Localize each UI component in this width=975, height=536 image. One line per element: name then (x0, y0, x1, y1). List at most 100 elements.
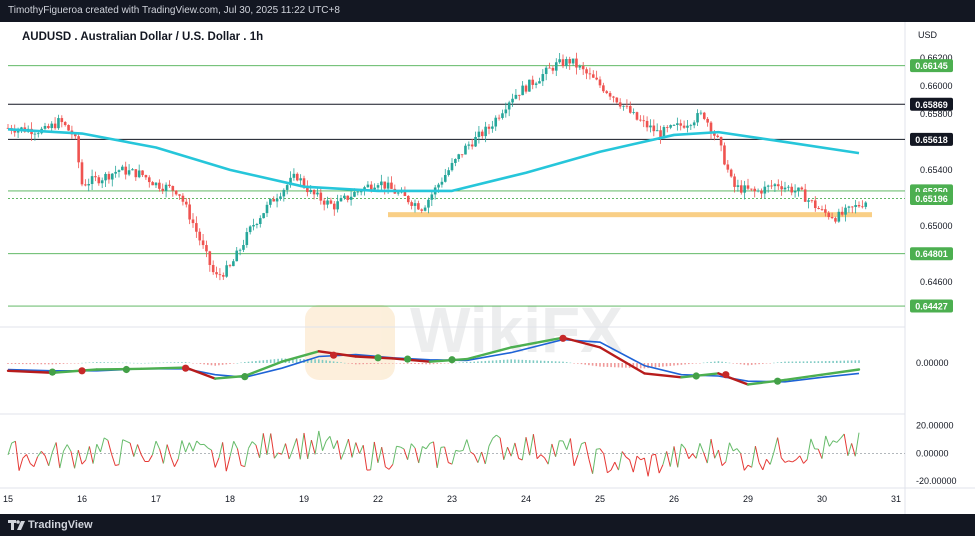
macd-histogram-bar (532, 360, 535, 363)
price-level-tags: 0.661450.658690.656180.652500.651960.648… (910, 59, 953, 313)
macd-histogram-bar (25, 363, 28, 365)
candle-body (541, 74, 545, 82)
candle-body (507, 102, 511, 110)
candle-body (221, 275, 225, 277)
candle-body (252, 224, 255, 227)
oscillator-segment (592, 449, 597, 474)
macd-histogram-bar (691, 363, 694, 364)
candle-body (356, 191, 360, 193)
candle-body (726, 164, 730, 170)
candle-body (114, 171, 117, 174)
macd-histogram-bar (806, 361, 808, 363)
price-level-tag-text: 0.65869 (915, 100, 948, 110)
candle-body (588, 73, 592, 75)
candle-body (215, 272, 218, 275)
candle-body (440, 181, 444, 185)
candle-body (739, 185, 743, 193)
macd-histogram-bar (514, 359, 516, 363)
chart-frame[interactable]: WikiFX AUDUSD . Australian Dollar / U.S.… (0, 22, 975, 514)
candle-body (800, 187, 804, 190)
candle-body (437, 184, 440, 188)
candle-body (178, 194, 181, 196)
oscillator-segment (762, 459, 767, 471)
oscillator-segment (233, 441, 238, 449)
oscillator-segment (436, 447, 442, 468)
candle-body (127, 170, 131, 175)
macd-histogram-bar (569, 362, 572, 364)
candle-body (319, 192, 323, 201)
macd-histogram-bar (480, 361, 483, 363)
time-axis-tick: 30 (817, 494, 827, 504)
candle-body (275, 198, 279, 202)
candle-body (181, 195, 185, 202)
oscillator-segment (569, 438, 575, 466)
candle-body (269, 199, 272, 205)
oscillator-segment (48, 451, 53, 466)
macd-histogram-bar (369, 363, 372, 365)
macd-histogram-bar (787, 361, 790, 363)
macd-histogram-bar (510, 359, 512, 363)
candle-body (430, 194, 434, 200)
candle-body (205, 245, 208, 252)
macd-histogram-bar (858, 360, 860, 363)
candle-body (343, 195, 346, 199)
candle-body (195, 223, 198, 232)
oscillator-segment (177, 440, 183, 460)
macd-histogram-bar (491, 360, 494, 363)
attribution-bar: TimothyFigueroa created with TradingView… (0, 0, 975, 22)
candle-body (622, 105, 625, 107)
candle-body (198, 231, 202, 241)
candle-body (766, 185, 770, 187)
macd-cross-marker (330, 351, 338, 359)
time-axis-tick: 25 (595, 494, 605, 504)
macd-histogram-bar (269, 359, 272, 363)
candle-body (591, 74, 595, 78)
oscillator-segment (351, 442, 357, 458)
oscillator-segment (448, 462, 453, 465)
oscillator-segment (211, 449, 216, 468)
oscillator-segment (55, 442, 61, 469)
macd-histogram-bar (743, 363, 746, 365)
candle-body (642, 120, 646, 122)
candle-body (746, 185, 750, 189)
oscillator-segment (555, 440, 560, 457)
macd-cross-marker (692, 372, 700, 380)
macd-histogram-bar (473, 361, 475, 363)
oscillator-segment (26, 454, 31, 464)
oscillator-segment (281, 443, 286, 455)
support-zone-band (388, 212, 872, 218)
time-axis-tick: 15 (3, 494, 13, 504)
macd-histogram-bar (713, 361, 716, 363)
candle-body (57, 118, 60, 129)
macd-histogram-bar (247, 361, 250, 363)
candle-body (558, 59, 561, 63)
oscillator-segment (77, 450, 83, 465)
candle-body (659, 130, 662, 137)
candle-body (97, 177, 101, 184)
candle-body (285, 185, 289, 190)
macd-histogram-bar (802, 361, 805, 363)
candle-body (834, 218, 837, 222)
oscillator-segment (721, 461, 727, 466)
candle-body (736, 185, 740, 187)
oscillator-segment (643, 457, 649, 477)
macd-histogram-bar (47, 363, 50, 365)
oscillator-segment (459, 449, 464, 452)
oscillator-segment (729, 442, 734, 452)
oscillator-segment (473, 454, 479, 463)
chart-canvas[interactable]: WikiFX AUDUSD . Australian Dollar / U.S.… (0, 22, 975, 514)
price-level-tag-text: 0.66145 (915, 61, 948, 71)
candle-body (773, 184, 777, 187)
candle-body (632, 112, 635, 113)
macd-histogram-bar (813, 361, 816, 363)
oscillator-segment (621, 451, 627, 458)
candle-body (295, 173, 299, 181)
oscillator-segment (359, 445, 364, 454)
macd-histogram-bar (547, 360, 549, 363)
oscillator-segment (614, 461, 619, 471)
macd-histogram-bar (728, 362, 731, 364)
oscillator-segment (14, 441, 20, 471)
macd-histogram-bar (121, 362, 124, 364)
oscillator-segment (377, 447, 383, 464)
candle-body (783, 187, 787, 190)
